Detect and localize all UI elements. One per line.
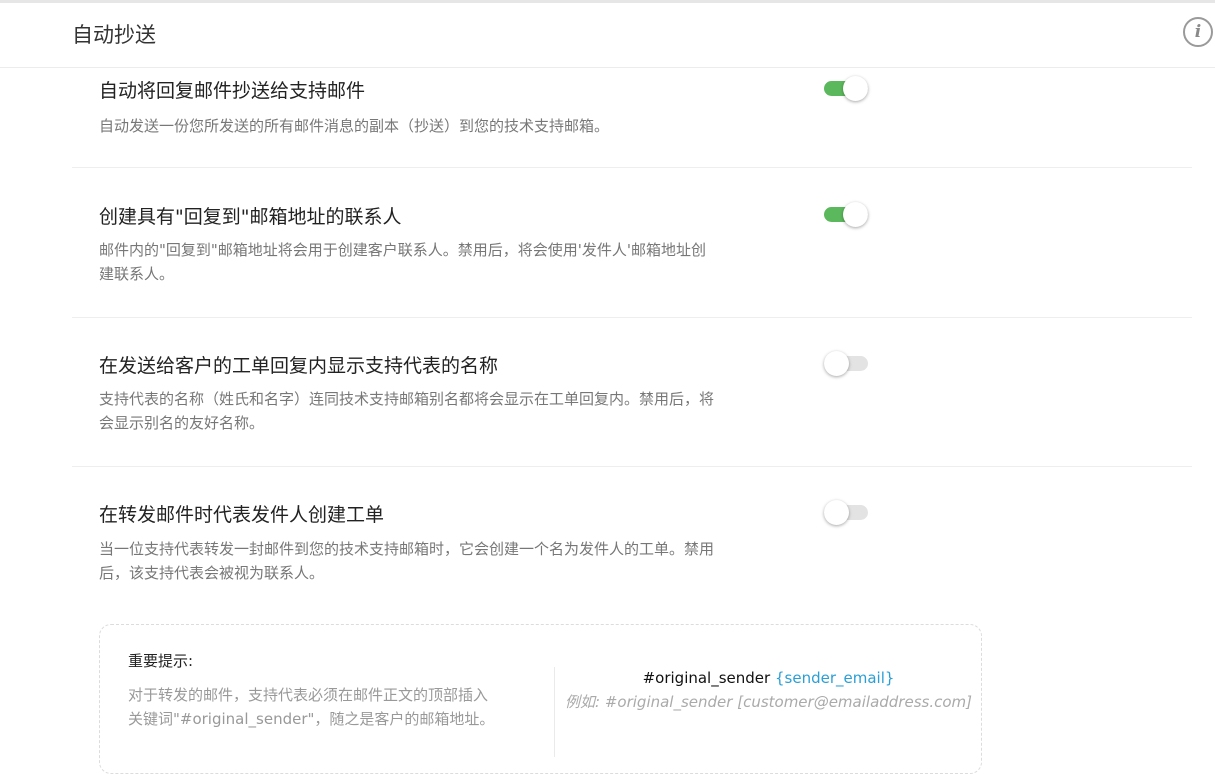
toggle-knob <box>824 351 849 376</box>
setting-title: 创建具有"回复到"邮箱地址的联系人 <box>99 206 402 228</box>
setting-description: 邮件内的"回复到"邮箱地址将会用于创建客户联系人。禁用后，将会使用'发件人'邮箱… <box>99 241 707 283</box>
divider <box>72 167 1192 168</box>
toggle-knob <box>843 76 868 101</box>
setting-description: 支持代表的名称（姓氏和名字）连同技术支持邮箱别名都将会显示在工单回复内。禁用后，… <box>99 390 715 432</box>
toggle-knob <box>824 500 849 525</box>
toggle-show-agent-name[interactable] <box>824 351 870 376</box>
setting-description: 自动发送一份您所发送的所有邮件消息的副本（抄送）到您的技术支持邮箱。 <box>99 117 610 135</box>
keyword-variable: {sender_email} <box>774 669 895 687</box>
info-icon[interactable]: i <box>1183 17 1213 47</box>
notice-title: 重要提示: <box>128 652 194 670</box>
toggle-auto-cc-replies[interactable] <box>824 76 870 101</box>
setting-title: 在发送给客户的工单回复内显示支持代表的名称 <box>99 355 499 377</box>
setting-title: 在转发邮件时代表发件人创建工单 <box>99 504 385 526</box>
divider <box>72 466 1192 467</box>
setting-description: 当一位支持代表转发一封邮件到您的技术支持邮箱时，它会创建一个名为发件人的工单。禁… <box>99 540 715 582</box>
page-header: 自动抄送 i <box>0 0 1215 68</box>
keyword-text: #original_sender <box>642 669 771 687</box>
setting-title: 自动将回复邮件抄送给支持邮件 <box>99 80 366 102</box>
example-value: #original_sender [customer@emailaddress.… <box>604 693 972 711</box>
notice-body: 对于转发的邮件，支持代表必须在邮件正文的顶部插入关键词"#original_se… <box>128 686 495 728</box>
keyword-format: #original_sender {sender_email} <box>554 669 983 687</box>
example-label: 例如: <box>565 693 601 711</box>
page-title: 自动抄送 <box>72 23 156 47</box>
toggle-knob <box>843 202 868 227</box>
divider <box>72 317 1192 318</box>
keyword-example: 例如: #original_sender [customer@emailaddr… <box>554 691 983 712</box>
toggle-create-ticket-on-behalf[interactable] <box>824 500 870 525</box>
important-notice: 重要提示: 对于转发的邮件，支持代表必须在邮件正文的顶部插入关键词"#origi… <box>99 624 982 774</box>
toggle-create-contact-reply-to[interactable] <box>824 202 870 227</box>
